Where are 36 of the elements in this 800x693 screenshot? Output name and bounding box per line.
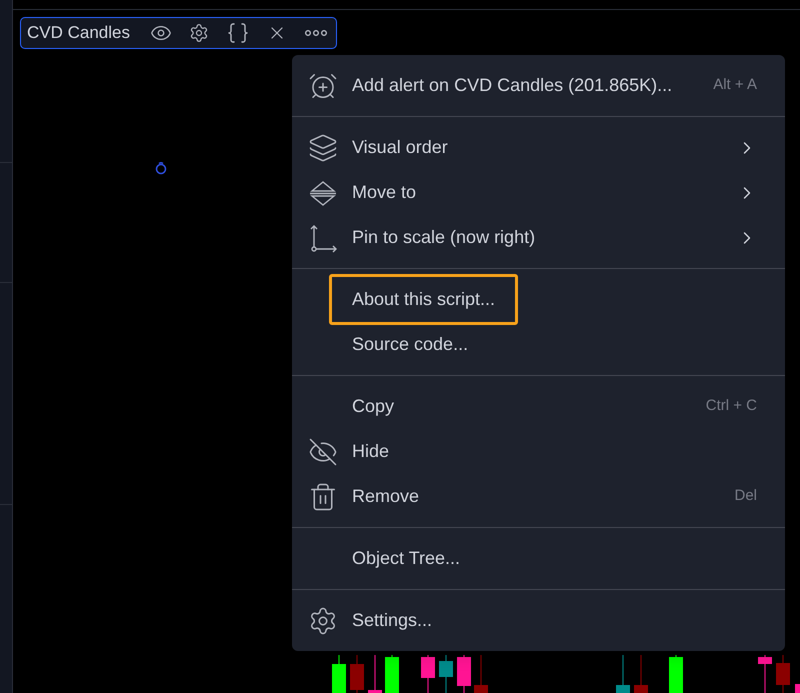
- menu-item-label: Source code...: [352, 333, 468, 356]
- axes-icon: [308, 222, 338, 252]
- menu-item-label: About this script...: [329, 274, 518, 325]
- trash-icon: [308, 482, 338, 512]
- menu-item[interactable]: Pin to scale (now right): [292, 215, 785, 260]
- layers-icon: [308, 132, 338, 162]
- settings-icon[interactable]: [189, 23, 209, 43]
- menu-item-label: Add alert on CVD Candles (201.865K)...: [352, 74, 672, 97]
- menu-item-label: Copy: [352, 395, 394, 418]
- indicator-title: CVD Candles: [27, 22, 130, 44]
- menu-item-label: Move to: [352, 181, 416, 204]
- menu-item-label: Visual order: [352, 136, 448, 159]
- shortcut-text: Del: [734, 486, 757, 506]
- menu-item-label: Object Tree...: [352, 547, 460, 570]
- menu-item[interactable]: Add alert on CVD Candles (201.865K)... Alt + A: [292, 63, 785, 108]
- menu-item-label: Pin to scale (now right): [352, 226, 536, 249]
- settings-icon: [308, 606, 338, 636]
- menu-item[interactable]: Object Tree...: [292, 536, 785, 581]
- menu-item[interactable]: Hide: [292, 429, 785, 474]
- braces-icon[interactable]: [226, 21, 250, 45]
- menu-item-label: Settings...: [352, 609, 432, 632]
- menu-item[interactable]: Copy Ctrl + C: [292, 384, 785, 429]
- indicator-legend[interactable]: CVD Candles: [20, 17, 337, 49]
- eye-off-icon: [308, 436, 338, 466]
- more-icon[interactable]: [304, 29, 328, 37]
- data-point-marker: [155, 161, 167, 175]
- shortcut-text: Alt + A: [713, 75, 757, 96]
- menu-item[interactable]: Remove Del: [292, 474, 785, 519]
- menu-item[interactable]: Source code...: [292, 322, 785, 367]
- shortcut-text: Ctrl + C: [706, 396, 757, 416]
- menu-item[interactable]: About this script...: [292, 277, 785, 322]
- menu-item[interactable]: Move to: [292, 170, 785, 215]
- menu-item-label: Remove: [352, 485, 420, 508]
- menu-item[interactable]: Visual order: [292, 125, 785, 170]
- menu-item-label: Hide: [352, 440, 390, 463]
- menu-item[interactable]: Settings...: [292, 598, 785, 643]
